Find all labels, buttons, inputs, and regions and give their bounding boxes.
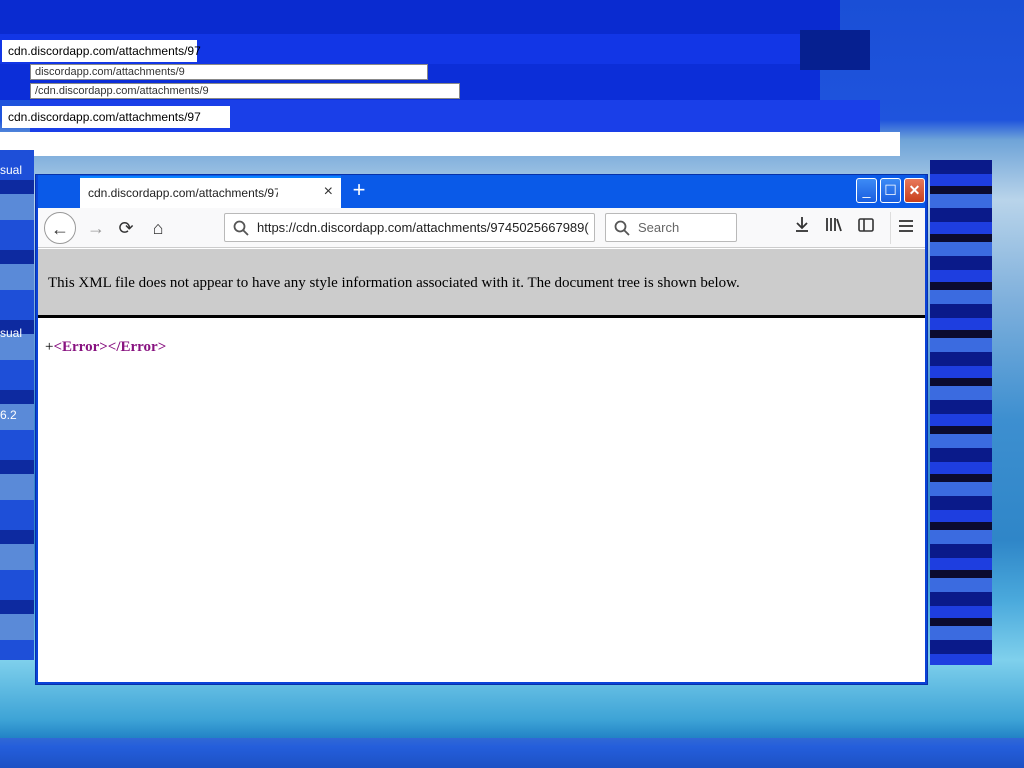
nav-toolbar: ← → ⟳ ⌂ https://cdn.discordapp.com/attac… [38, 208, 925, 248]
close-window-button[interactable]: ✕ [904, 178, 925, 203]
url-text: https://cdn.discordapp.com/attachments/9… [257, 220, 589, 235]
ghost-url: discordapp.com/attachments/9 [30, 64, 428, 80]
forward-button[interactable]: → [80, 212, 112, 244]
ghost-text: sual [0, 163, 23, 177]
minimize-button[interactable]: _ [856, 178, 877, 203]
search-icon [614, 220, 630, 236]
xml-open-tag: <Error> [53, 339, 108, 355]
ghost-url: /cdn.discordapp.com/attachments/9 [30, 83, 460, 99]
taskbar [0, 738, 1024, 768]
glitch-artifact [800, 30, 870, 70]
ghost-text: 6.2 [0, 408, 17, 422]
xml-close-tag: </Error> [107, 339, 167, 355]
tab-active[interactable]: cdn.discordapp.com/attachments/974 × [80, 176, 341, 208]
xml-tree: +<Error></Error> [45, 339, 166, 356]
browser-window: cdn.discordapp.com/attachments/974 × + _… [36, 175, 927, 684]
back-button[interactable]: ← [44, 212, 76, 244]
url-bar[interactable]: https://cdn.discordapp.com/attachments/9… [224, 213, 595, 242]
ghost-tab: cdn.discordapp.com/attachments/97 [2, 40, 201, 62]
title-bar[interactable]: cdn.discordapp.com/attachments/974 × + _… [38, 175, 925, 208]
library-icon[interactable] [819, 212, 849, 244]
glitch-artifact [0, 132, 900, 156]
reload-button[interactable]: ⟳ [110, 212, 142, 244]
xml-style-notice: This XML file does not appear to have an… [38, 249, 925, 318]
new-tab-button[interactable]: + [346, 178, 372, 204]
sidebar-icon[interactable] [851, 212, 881, 244]
glitch-artifact [930, 160, 992, 665]
download-icon[interactable] [787, 212, 817, 244]
glitch-artifact [0, 150, 34, 660]
home-button[interactable]: ⌂ [142, 212, 174, 244]
maximize-button[interactable]: ☐ [880, 178, 901, 203]
search-bar[interactable] [605, 213, 737, 242]
ghost-text: sual [0, 326, 23, 340]
search-input[interactable] [638, 220, 728, 235]
ghost-tab: cdn.discordapp.com/attachments/97 [2, 106, 230, 128]
search-icon [233, 220, 249, 236]
close-tab-icon[interactable]: × [324, 184, 333, 200]
glitch-artifact [0, 0, 840, 34]
tab-title: cdn.discordapp.com/attachments/974 [88, 186, 278, 200]
menu-icon[interactable] [890, 212, 920, 244]
